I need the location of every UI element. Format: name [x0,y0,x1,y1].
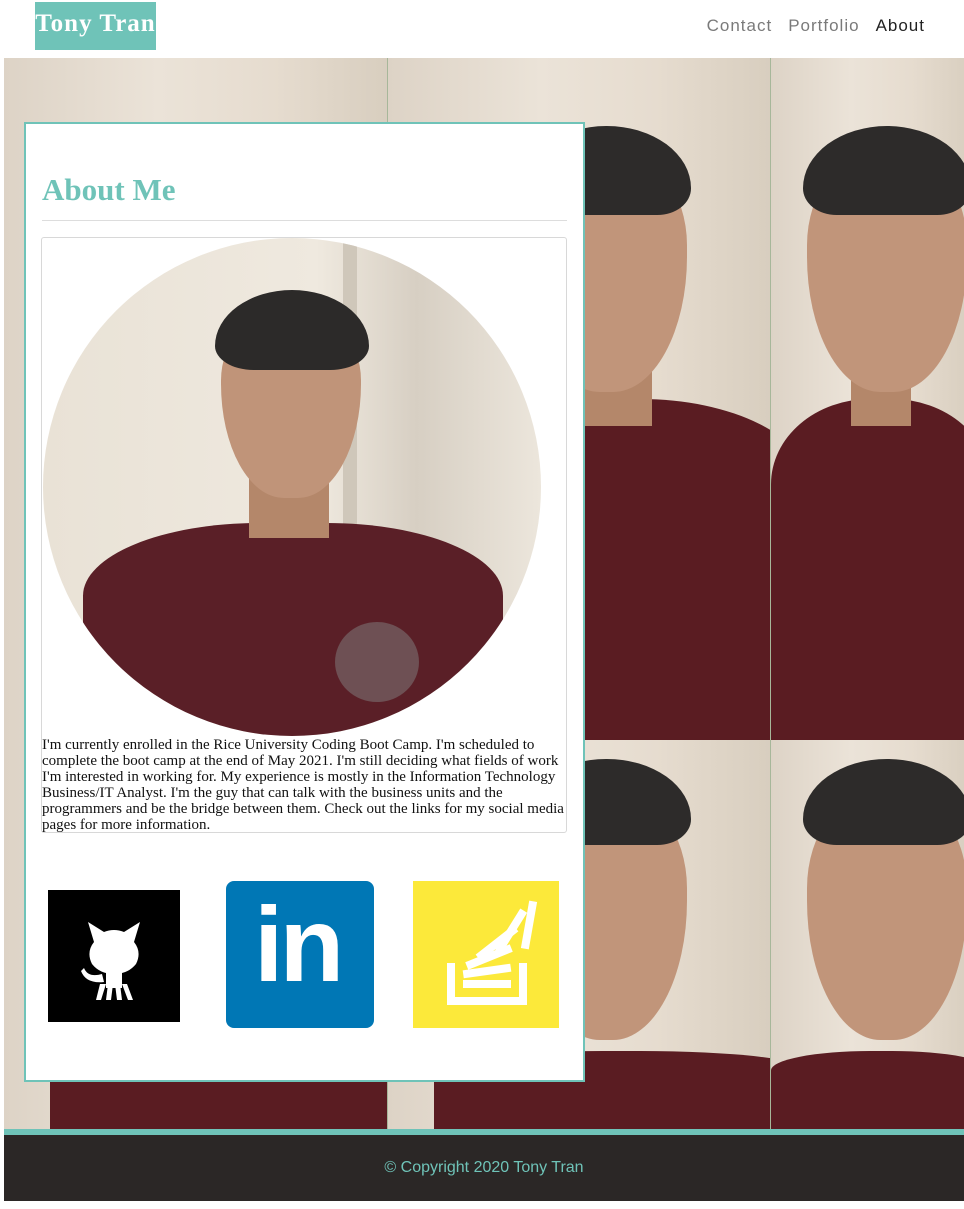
linkedin-link[interactable]: in [226,881,374,1028]
background-photo [771,740,964,1129]
nav-about[interactable]: About [876,14,925,38]
github-link[interactable] [48,890,180,1022]
about-card: About Me I'm currently enrolled in the R… [24,122,585,1082]
nav-portfolio[interactable]: Portfolio [788,14,859,38]
divider [42,220,567,221]
copyright-text: © Copyright 2020 Tony Tran [384,1159,584,1176]
nav-contact[interactable]: Contact [707,14,773,38]
background-photo [771,58,964,740]
main-nav: Contact Portfolio About [707,14,925,38]
bio-text: I'm currently enrolled in the Rice Unive… [42,737,564,833]
stackoverflow-icon [447,900,538,1005]
stackoverflow-link[interactable] [413,881,559,1028]
profile-photo [43,238,541,736]
site-header: Tony Tran Contact Portfolio About [0,0,964,58]
brand-logo[interactable]: Tony Tran [35,2,156,50]
page-title: About Me [42,172,176,207]
profile-panel: I'm currently enrolled in the Rice Unive… [41,237,567,833]
site-footer: © Copyright 2020 Tony Tran [4,1129,964,1201]
linkedin-icon: in [254,886,344,1004]
github-icon [81,922,140,1000]
